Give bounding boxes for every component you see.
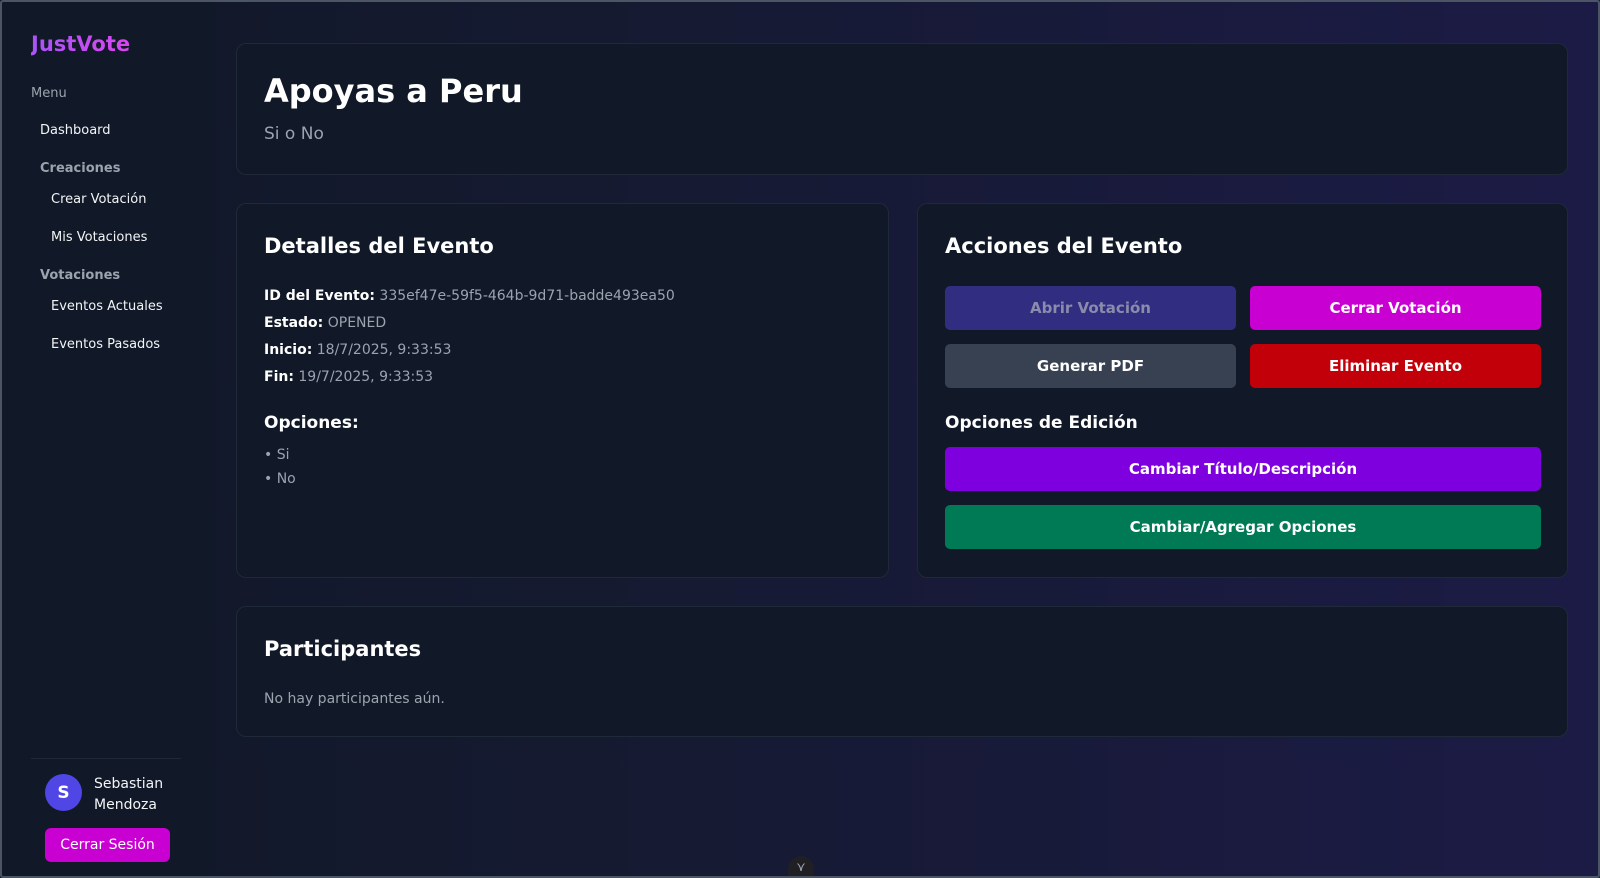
detail-status-value: OPENED	[327, 315, 387, 331]
event-description: Si o No	[264, 124, 324, 144]
detail-end: Fin: 19/7/2025, 9:33:53	[264, 369, 433, 385]
detail-start: Inicio: 18/7/2025, 9:33:53	[264, 342, 451, 358]
sidebar-group-votaciones: Votaciones	[40, 268, 121, 283]
sidebar-item-dashboard[interactable]: Dashboard	[40, 123, 111, 138]
user-name: Sebastian Mendoza	[94, 776, 164, 813]
change-title-button[interactable]: Cambiar Título/Descripción	[945, 447, 1541, 491]
menu-label: Menu	[31, 86, 67, 101]
option-item: • Si	[264, 447, 290, 463]
details-heading: Detalles del Evento	[264, 234, 494, 258]
options-heading: Opciones:	[264, 413, 359, 433]
participants-heading: Participantes	[264, 637, 422, 661]
detail-status: Estado: OPENED	[264, 315, 386, 331]
edit-options-heading: Opciones de Edición	[945, 413, 1138, 433]
option-item: • No	[264, 471, 296, 487]
sidebar-group-creaciones: Creaciones	[40, 161, 121, 176]
sidebar: JustVote Menu Dashboard Creaciones Crear…	[2, 2, 212, 876]
sidebar-divider	[31, 758, 181, 759]
detail-start-value: 18/7/2025, 9:33:53	[316, 342, 452, 358]
participants-card: Participantes No hay participantes aún.	[236, 606, 1568, 737]
page-title: Apoyas a Peru	[264, 72, 523, 110]
detail-event-id-label: ID del Evento:	[264, 288, 375, 304]
change-options-button[interactable]: Cambiar/Agregar Opciones	[945, 505, 1541, 549]
event-details-card: Detalles del Evento ID del Evento: 335ef…	[236, 203, 889, 578]
open-vote-button[interactable]: Abrir Votación	[945, 286, 1236, 330]
avatar: S	[45, 774, 82, 811]
actions-heading: Acciones del Evento	[945, 234, 1183, 258]
detail-event-id-value: 335ef47e-59f5-464b-9d71-badde493ea50	[379, 288, 675, 304]
close-vote-button[interactable]: Cerrar Votación	[1250, 286, 1541, 330]
detail-start-label: Inicio:	[264, 342, 313, 358]
detail-event-id: ID del Evento: 335ef47e-59f5-464b-9d71-b…	[264, 288, 675, 304]
chevron-down-icon[interactable]: ⋎	[788, 856, 814, 878]
event-actions-card: Acciones del Evento Abrir Votación Cerra…	[917, 203, 1568, 578]
sidebar-item-mis-votaciones[interactable]: Mis Votaciones	[51, 230, 147, 245]
app-logo[interactable]: JustVote	[31, 32, 130, 56]
sidebar-item-eventos-actuales[interactable]: Eventos Actuales	[51, 299, 163, 314]
sidebar-item-eventos-pasados[interactable]: Eventos Pasados	[51, 337, 160, 352]
generate-pdf-button[interactable]: Generar PDF	[945, 344, 1236, 388]
sidebar-item-crear-votacion[interactable]: Crear Votación	[51, 192, 146, 207]
delete-event-button[interactable]: Eliminar Evento	[1250, 344, 1541, 388]
event-header-card: Apoyas a Peru Si o No	[236, 43, 1568, 175]
detail-end-label: Fin:	[264, 369, 294, 385]
detail-status-label: Estado:	[264, 315, 324, 331]
logout-button[interactable]: Cerrar Sesión	[45, 828, 170, 862]
detail-end-value: 19/7/2025, 9:33:53	[298, 369, 434, 385]
participants-empty-text: No hay participantes aún.	[264, 691, 445, 707]
